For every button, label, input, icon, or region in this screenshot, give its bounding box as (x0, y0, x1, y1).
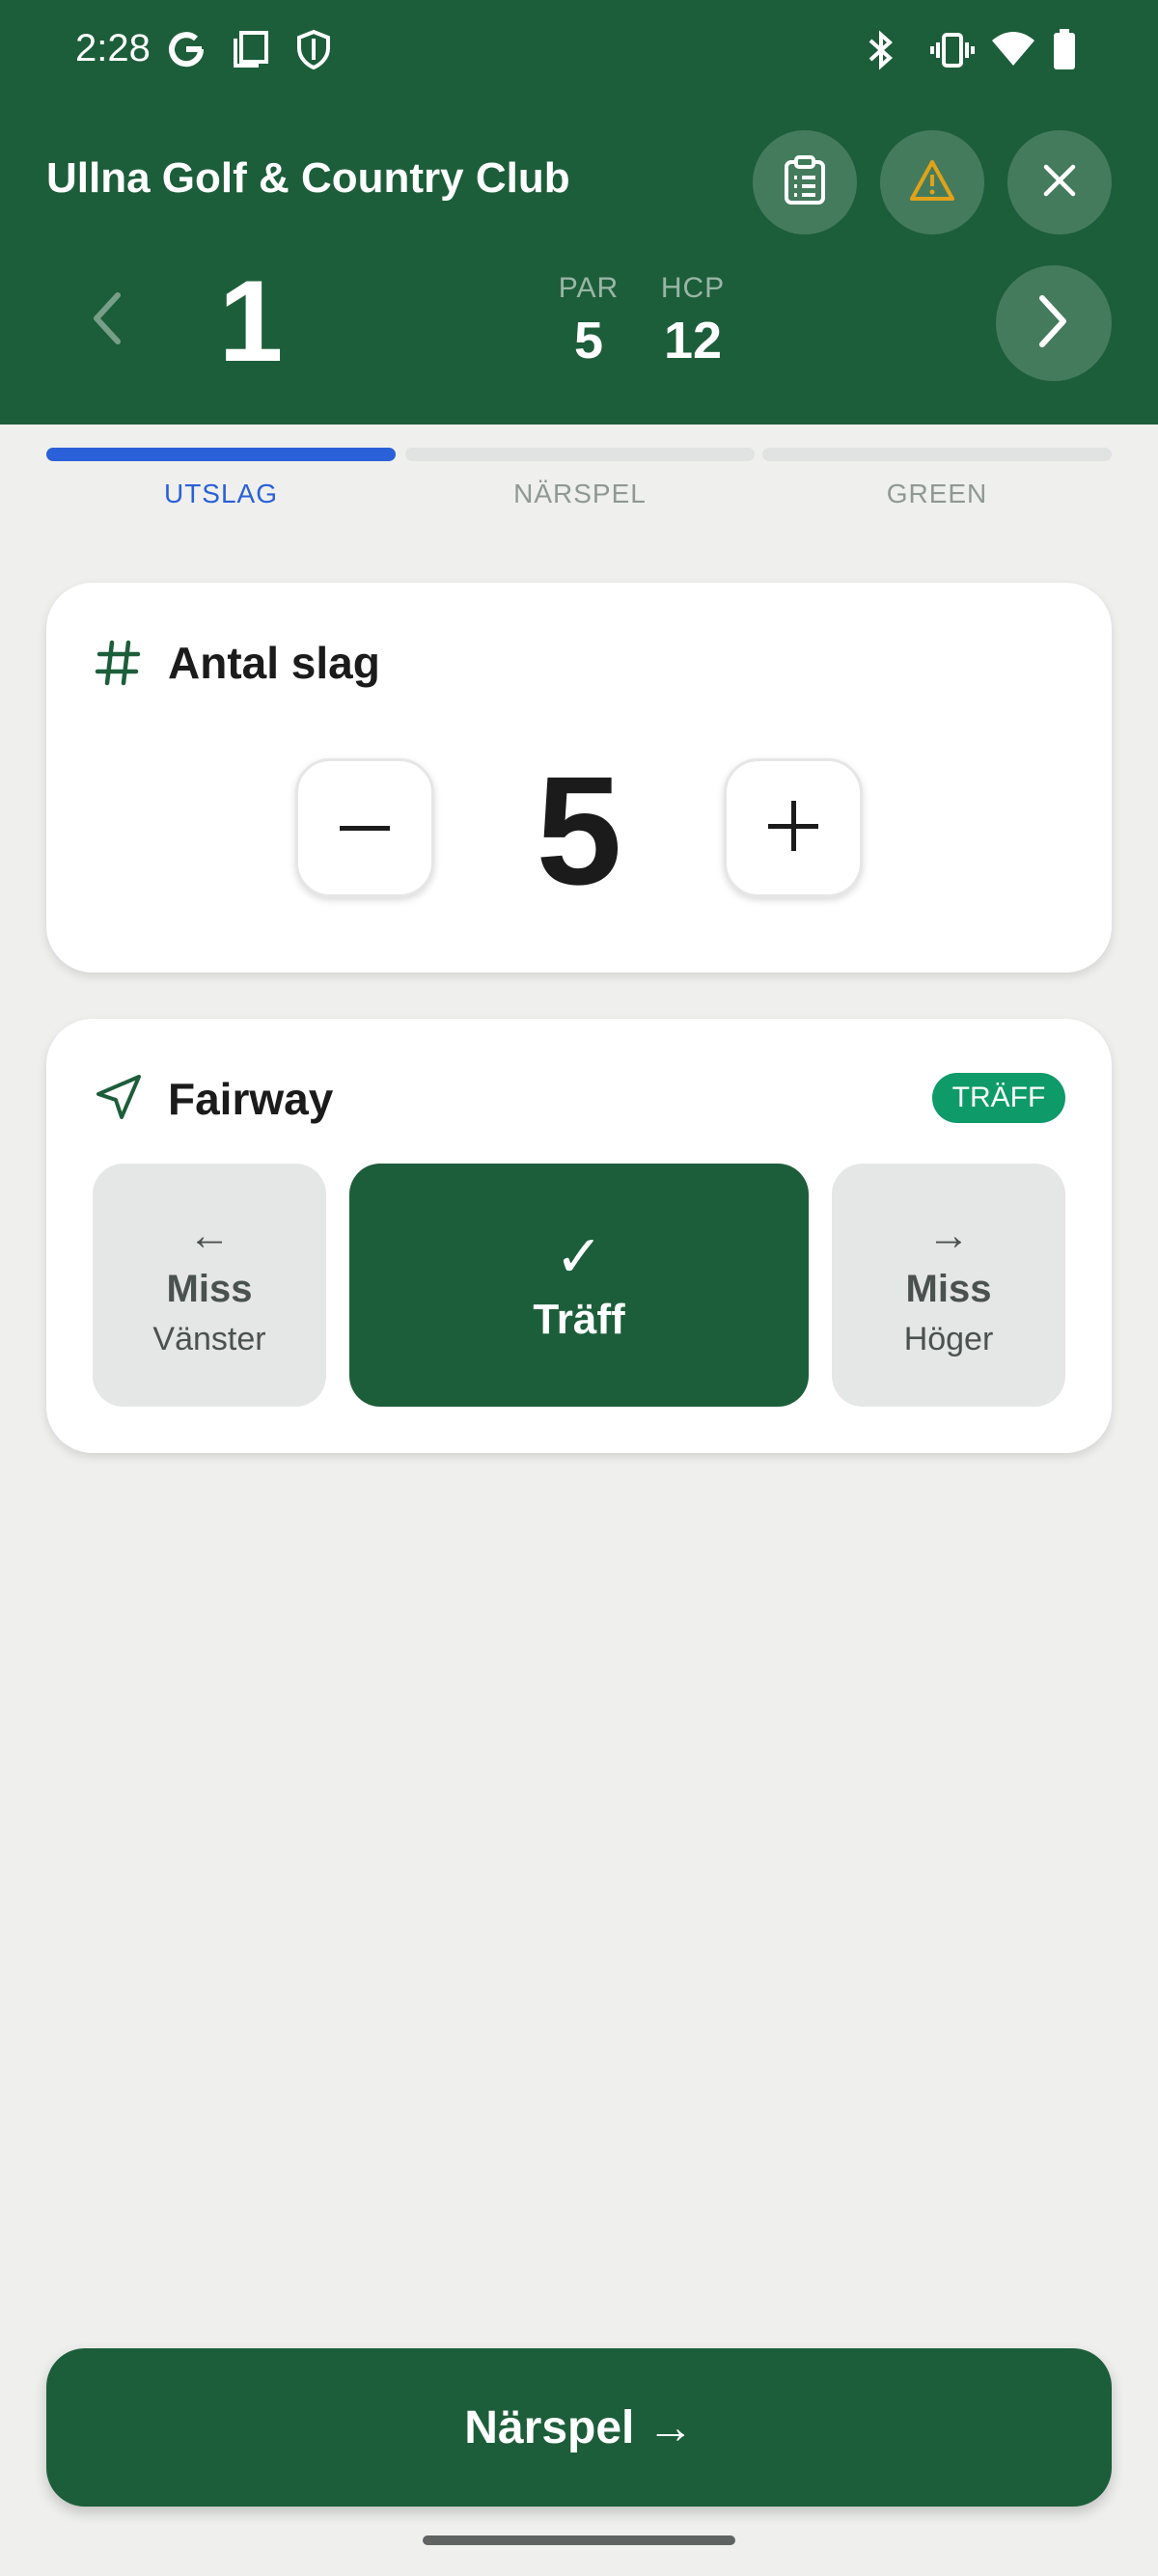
miss-right-label: Miss (905, 1268, 992, 1310)
arrow-left-icon: ← (188, 1212, 231, 1259)
fairway-hit-button[interactable]: ✓ Träff (349, 1164, 809, 1407)
close-button[interactable] (1007, 130, 1112, 234)
bluetooth-icon (865, 29, 897, 76)
increment-strokes-button[interactable] (724, 758, 863, 897)
step-progress-green (762, 448, 1112, 461)
home-indicator[interactable] (423, 2535, 735, 2545)
step-tab-utslag[interactable]: UTSLAG (46, 479, 396, 509)
strokes-count: 5 (536, 744, 622, 917)
fairway-status-badge: TRÄFF (932, 1073, 1065, 1123)
scorecard-icon (781, 154, 829, 211)
step-tab-narspel[interactable]: NÄRSPEL (405, 479, 755, 509)
step-progress-narspel (405, 448, 755, 461)
chevron-right-icon (1036, 294, 1071, 353)
par-stat: PAR 5 (552, 272, 625, 370)
fairway-miss-left-button[interactable]: ← Miss Vänster (93, 1164, 326, 1407)
plus-icon (768, 800, 818, 856)
vibrate-icon (930, 29, 975, 76)
close-icon (1040, 161, 1079, 205)
battery-icon (1052, 29, 1077, 76)
header: 2:28 Ullna Golf & Country Club 1 PAR 5 H… (0, 0, 1158, 425)
navigation-icon (95, 1073, 143, 1126)
miss-left-label: Miss (166, 1268, 253, 1310)
previous-hole-button[interactable] (68, 282, 145, 359)
hit-label: Träff (533, 1296, 625, 1343)
arrow-right-icon: → (927, 1212, 970, 1259)
check-icon: ✓ (554, 1224, 604, 1289)
scorecard-button[interactable] (753, 130, 857, 234)
hcp-value: 12 (663, 312, 723, 370)
step-progress-utslag (46, 448, 396, 461)
miss-left-sublabel: Vänster (152, 1321, 266, 1357)
next-step-button[interactable]: Närspel → (46, 2348, 1112, 2507)
fairway-miss-right-button[interactable]: → Miss Höger (832, 1164, 1065, 1407)
decrement-strokes-button[interactable] (295, 758, 434, 897)
hole-number: 1 (218, 257, 284, 386)
status-time: 2:28 (75, 27, 151, 69)
hcp-label: HCP (660, 272, 726, 304)
wifi-icon (990, 29, 1036, 74)
course-title: Ullna Golf & Country Club (46, 154, 570, 202)
status-bar: 2:28 (0, 0, 1158, 106)
warning-icon (908, 158, 956, 207)
miss-right-sublabel: Höger (903, 1321, 994, 1357)
par-value: 5 (573, 312, 604, 370)
step-tab-green[interactable]: GREEN (762, 479, 1112, 509)
next-hole-button[interactable] (996, 265, 1112, 381)
fairway-title: Fairway (168, 1074, 334, 1124)
strokes-title: Antal slag (168, 638, 380, 688)
hcp-stat: HCP 12 (652, 272, 733, 370)
warning-button[interactable] (880, 130, 984, 234)
shield-icon (295, 29, 332, 74)
hash-icon (95, 639, 141, 692)
google-icon (166, 29, 207, 74)
minus-icon (340, 819, 390, 836)
par-label: PAR (558, 272, 620, 304)
chevron-left-icon (89, 291, 124, 350)
screenshot-icon (232, 29, 270, 74)
